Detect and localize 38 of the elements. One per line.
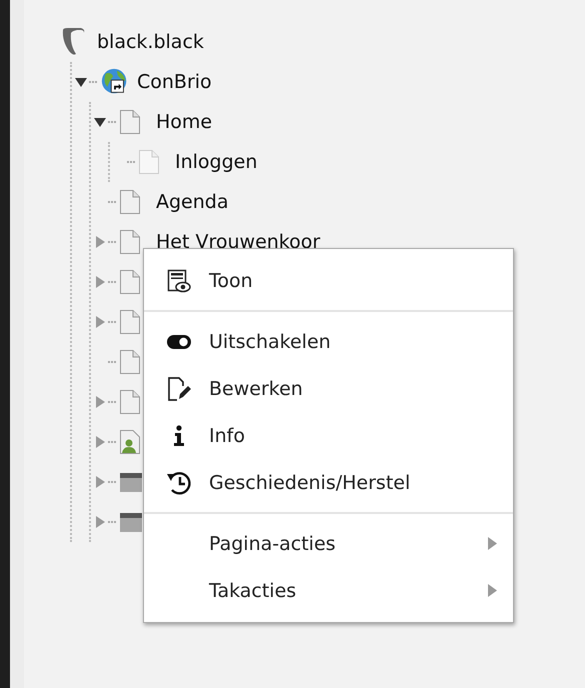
page-icon	[119, 109, 141, 135]
tree-item[interactable]: Home	[156, 111, 212, 133]
tree-item[interactable]: Inloggen	[175, 151, 258, 173]
menu-item[interactable]: Toon	[144, 257, 513, 304]
page-icon	[119, 309, 141, 335]
page-icon	[119, 189, 141, 215]
page-icon	[138, 149, 160, 175]
page-icon	[119, 349, 141, 375]
user-page-icon	[119, 429, 141, 455]
view-icon	[167, 268, 191, 292]
expand-toggle-icon[interactable]	[94, 476, 106, 488]
expand-toggle-icon[interactable]	[94, 236, 106, 248]
history-icon	[166, 470, 192, 496]
menu-item[interactable]: Geschiedenis/Herstel	[144, 459, 513, 506]
expand-toggle-icon[interactable]	[94, 316, 106, 328]
menu-item[interactable]: Pagina-acties	[144, 520, 513, 567]
page-icon	[119, 389, 141, 415]
expand-toggle-icon[interactable]	[94, 396, 106, 408]
page-icon	[119, 229, 141, 255]
page-icon	[119, 269, 141, 295]
tree-item[interactable]: ConBrio	[137, 71, 212, 93]
expand-toggle-icon[interactable]	[94, 516, 106, 528]
menu-item[interactable]: Info	[144, 412, 513, 459]
menu-item[interactable]: Bewerken	[144, 365, 513, 412]
toggle-icon	[167, 334, 191, 348]
expand-toggle-icon[interactable]	[94, 436, 106, 448]
tree-item[interactable]: black.black	[97, 31, 204, 53]
info-icon	[173, 424, 185, 446]
collapse-toggle-icon[interactable]	[94, 116, 106, 128]
tree-item[interactable]: Agenda	[156, 191, 228, 213]
collapse-toggle-icon[interactable]	[74, 76, 86, 88]
submenu-arrow-icon	[488, 537, 497, 550]
menu-item[interactable]: Takacties	[144, 567, 513, 614]
edit-icon	[167, 376, 191, 402]
submenu-arrow-icon	[488, 584, 497, 597]
logo-icon	[60, 27, 86, 57]
menu-item[interactable]: Uitschakelen	[144, 318, 513, 365]
expand-toggle-icon[interactable]	[94, 276, 106, 288]
